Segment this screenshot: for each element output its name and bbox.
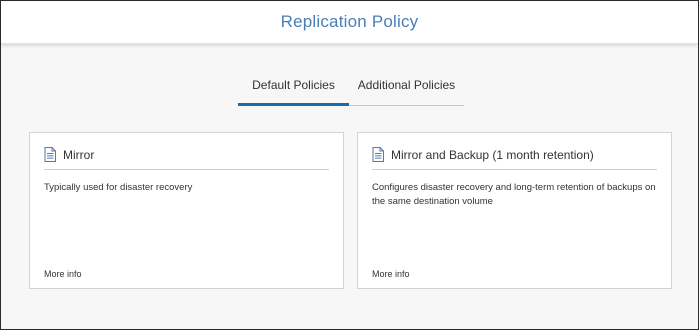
- more-info-link[interactable]: More info: [44, 269, 82, 279]
- card-title: Mirror and Backup (1 month retention): [391, 148, 594, 162]
- card-description: Configures disaster recovery and long-te…: [372, 182, 656, 207]
- replication-policy-window: Replication Policy Default Policies Addi…: [0, 0, 699, 330]
- policy-card-mirror[interactable]: Mirror Typically used for disaster recov…: [29, 132, 344, 289]
- active-tab-indicator: [238, 103, 349, 106]
- card-header: Mirror: [44, 147, 329, 170]
- page-header: Replication Policy: [1, 1, 698, 44]
- document-icon: [44, 147, 56, 162]
- card-description: Typically used for disaster recovery: [44, 182, 193, 193]
- card-header: Mirror and Backup (1 month retention): [372, 147, 657, 170]
- page-title: Replication Policy: [280, 12, 419, 31]
- policy-tabs: Default Policies Additional Policies: [238, 71, 464, 106]
- tab-additional-policies[interactable]: Additional Policies: [349, 71, 464, 105]
- document-icon: [372, 147, 384, 162]
- card-title: Mirror: [63, 148, 95, 162]
- policy-card-mirror-and-backup[interactable]: Mirror and Backup (1 month retention) Co…: [357, 132, 672, 289]
- tab-label: Default Policies: [252, 78, 335, 92]
- tab-label: Additional Policies: [357, 78, 456, 92]
- tab-default-policies[interactable]: Default Policies: [238, 71, 349, 105]
- more-info-link[interactable]: More info: [372, 269, 410, 279]
